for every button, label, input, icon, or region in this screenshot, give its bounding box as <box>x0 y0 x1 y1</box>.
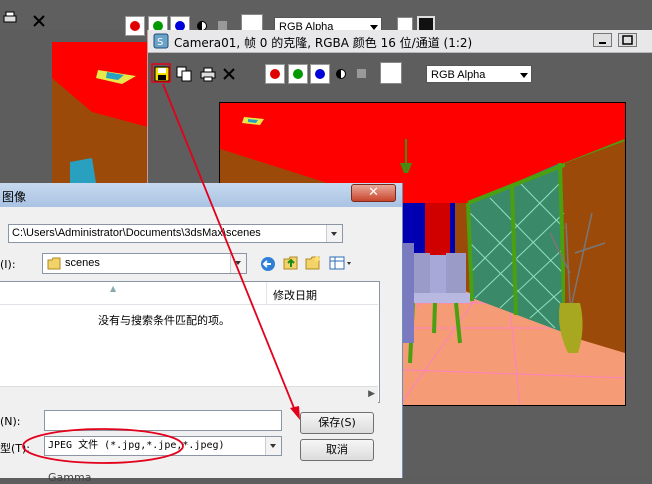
clear-icon[interactable] <box>218 21 227 30</box>
folder-icon <box>47 257 61 273</box>
file-list[interactable]: ▲ 修改日期 没有与搜索条件匹配的项。 ▶ <box>0 281 380 403</box>
mono-icon[interactable] <box>336 69 346 79</box>
render-channel-select[interactable]: RGB Alpha <box>426 65 532 83</box>
horizontal-scrollbar[interactable]: ▶ <box>0 386 378 403</box>
column-divider <box>266 282 267 304</box>
up-folder-icon[interactable] <box>283 255 299 271</box>
blue-channel-button[interactable] <box>310 64 330 84</box>
chevron-down-icon <box>517 66 531 82</box>
clear-x-icon[interactable] <box>222 67 238 83</box>
back-icon[interactable] <box>260 256 276 272</box>
view-menu-icon[interactable] <box>329 255 351 271</box>
svg-text:S: S <box>157 37 163 48</box>
save-image-dialog: 图像 ✕ C:\Users\Administrator\Documents\3d… <box>0 183 403 484</box>
red-channel-button[interactable] <box>125 16 145 36</box>
print-image-icon[interactable] <box>200 66 216 82</box>
new-folder-icon[interactable] <box>305 255 321 271</box>
color-swatch[interactable] <box>380 62 402 84</box>
filename-input[interactable] <box>44 410 282 431</box>
history-path-combo[interactable]: C:\Users\Administrator\Documents\3dsMax\… <box>8 224 343 243</box>
empty-list-message: 没有与搜索条件匹配的项。 <box>98 314 230 327</box>
green-channel-button[interactable] <box>288 64 308 84</box>
background-render-image <box>52 42 148 183</box>
minimize-button[interactable] <box>593 33 612 47</box>
dialog-title: 图像 <box>2 190 27 204</box>
maximize-button[interactable] <box>618 33 637 47</box>
filetype-combo[interactable]: JPEG 文件 (*.jpg,*.jpe,*.jpeg) <box>44 436 282 456</box>
print-icon[interactable] <box>2 10 18 26</box>
file-list-header: ▲ 修改日期 <box>0 282 378 305</box>
desktop: { "background_toolbar": { "render_channe… <box>0 0 652 484</box>
chevron-down-icon <box>326 225 342 242</box>
chevron-down-icon <box>230 254 246 273</box>
clear-icon[interactable] <box>357 69 366 78</box>
filetype-label: 型(T): <box>0 442 31 455</box>
clear-x-icon[interactable] <box>32 14 48 30</box>
column-header-date[interactable]: 修改日期 <box>273 287 317 303</box>
save-button[interactable]: 保存(S) <box>300 412 374 434</box>
chevron-down-icon <box>265 437 281 455</box>
scroll-right-icon[interactable]: ▶ <box>368 389 375 399</box>
save-in-combo[interactable]: scenes <box>42 253 247 274</box>
camera-window-title: Camera01, 帧 0 的克隆, RGBA 颜色 16 位/通道 (1:2) <box>174 36 473 50</box>
save-image-icon[interactable] <box>154 66 170 82</box>
filename-label: (N): <box>0 415 21 428</box>
3dsmax-logo-icon: S <box>153 33 169 49</box>
camera-window-titlebar: S Camera01, 帧 0 的克隆, RGBA 颜色 16 位/通道 (1:… <box>148 30 652 53</box>
save-in-label: (I): <box>0 258 16 271</box>
cancel-button[interactable]: 取消 <box>300 439 374 461</box>
sort-arrow-icon: ▲ <box>110 284 117 293</box>
red-channel-button[interactable] <box>265 64 285 84</box>
close-icon: ✕ <box>368 185 379 200</box>
dialog-titlebar: 图像 ✕ <box>0 183 402 207</box>
close-button[interactable]: ✕ <box>351 184 396 202</box>
copy-image-icon[interactable] <box>176 66 192 82</box>
